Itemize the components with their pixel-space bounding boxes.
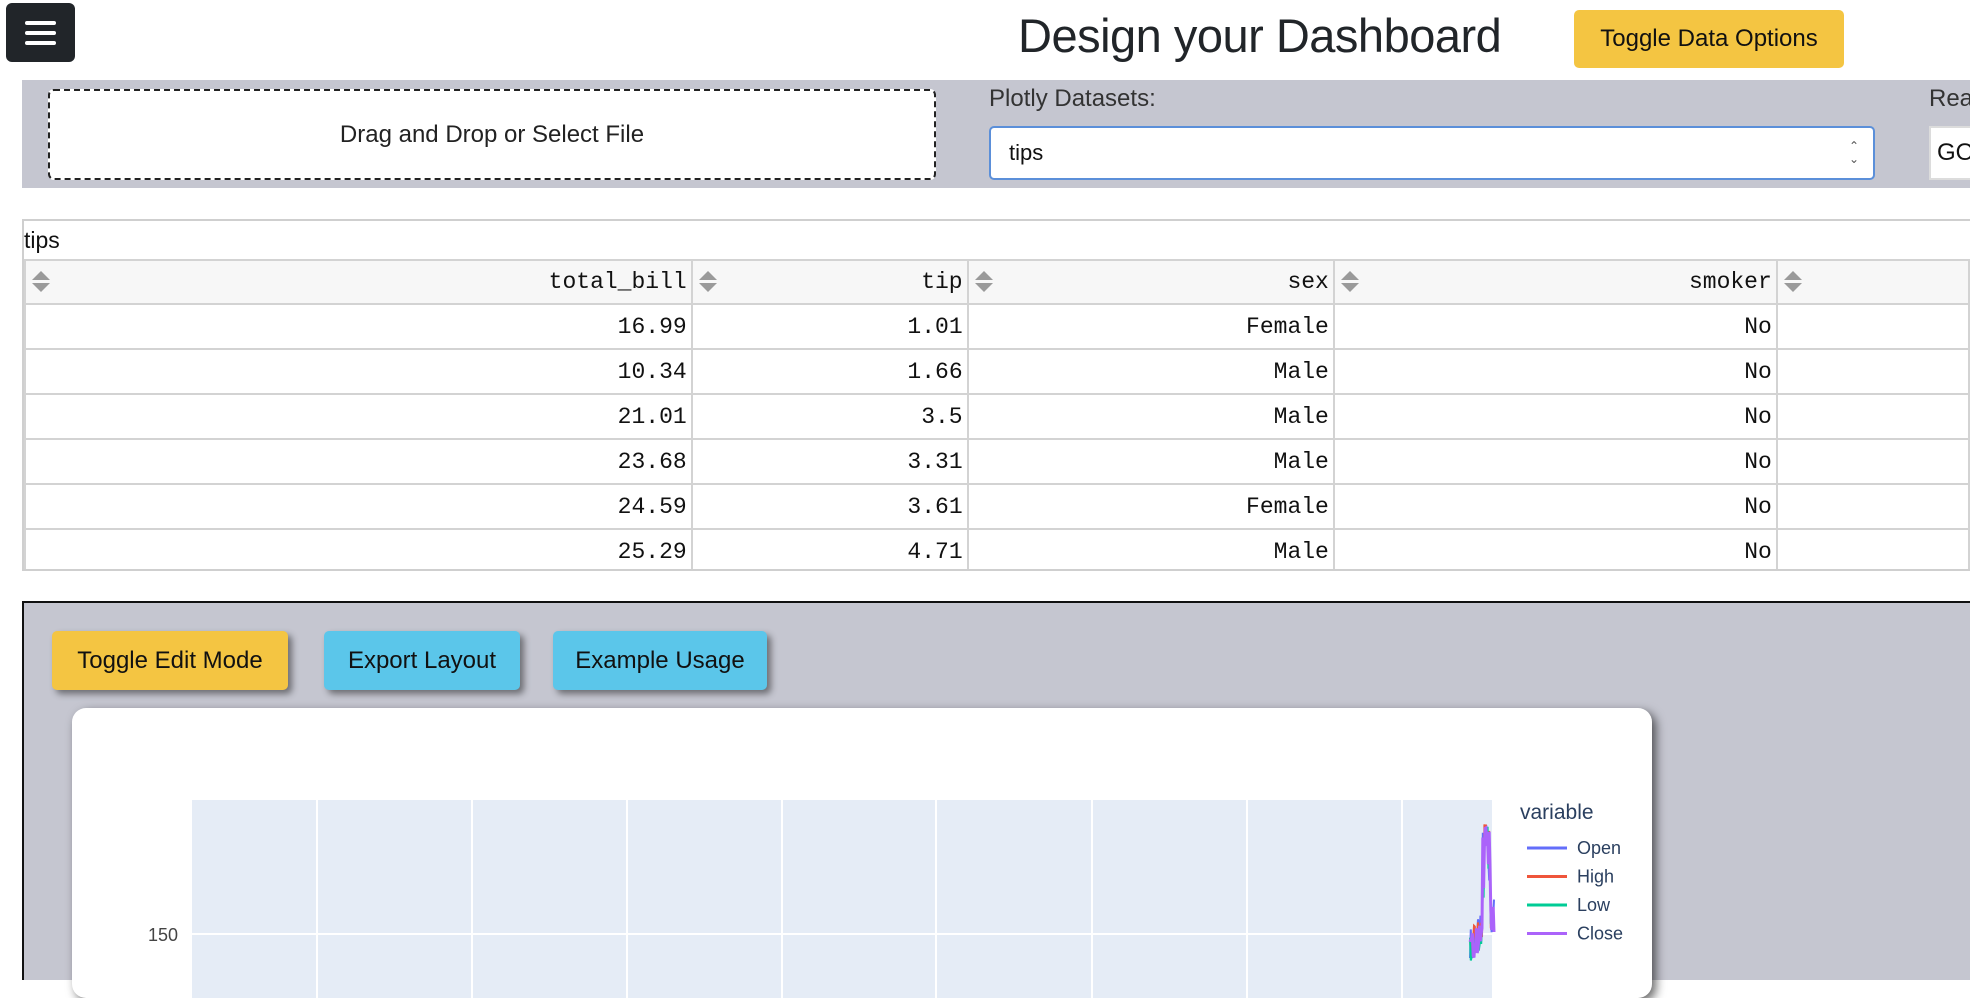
table-row: 21.01 3.5 Male No — [24, 393, 1970, 440]
example-usage-button[interactable]: Example Usage — [553, 631, 767, 690]
table-cell[interactable] — [1775, 528, 1970, 569]
table-cell[interactable]: 3.61 — [690, 483, 969, 530]
table-row: 16.99 1.01 Female No — [24, 303, 1970, 350]
table-cell[interactable]: No — [1332, 348, 1778, 395]
table-cell[interactable] — [1775, 483, 1970, 530]
page-title: Design your Dashboard — [1018, 9, 1502, 62]
table-cell[interactable]: Female — [966, 483, 1335, 530]
line-chart[interactable]: 150 variable Open High Low Close — [72, 708, 1652, 998]
data-table-container: tips total_bill tip sex smoker 16.99 1.0… — [22, 219, 1970, 571]
table-cell[interactable]: Female — [966, 303, 1335, 350]
menu-icon-line — [25, 40, 56, 45]
table-cell[interactable]: 3.31 — [690, 438, 969, 485]
table-caption: tips — [24, 227, 60, 253]
table-cell[interactable]: Male — [966, 393, 1335, 440]
table-cell[interactable]: No — [1332, 483, 1778, 530]
column-header[interactable]: sex — [966, 259, 1335, 305]
table-cell[interactable]: No — [1332, 303, 1778, 350]
dashboard-editor: Toggle Edit Mode Export Layout Example U… — [22, 601, 1970, 998]
table-cell[interactable]: 1.66 — [690, 348, 969, 395]
secondary-input[interactable]: GO — [1929, 126, 1970, 180]
table-row: 25.29 4.71 Male No — [24, 528, 1970, 569]
table-cell[interactable] — [1775, 348, 1970, 395]
data-table: total_bill tip sex smoker 16.99 1.01 Fem… — [24, 259, 1970, 569]
data-options-panel: Drag and Drop or Select File Plotly Data… — [22, 80, 1970, 188]
legend: Open High Low Close — [1527, 838, 1623, 944]
file-upload-dropzone[interactable]: Drag and Drop or Select File — [48, 89, 936, 180]
secondary-label: Rea — [1929, 85, 1970, 112]
legend-entry[interactable]: High — [1577, 867, 1614, 887]
dataset-select-value: tips — [1009, 140, 1044, 165]
legend-entry[interactable]: Open — [1577, 838, 1621, 858]
dataset-select[interactable]: tips ⌃ ⌄ — [989, 126, 1875, 180]
chart-card[interactable]: 150 variable Open High Low Close — [72, 708, 1652, 998]
sort-icon[interactable] — [974, 271, 993, 292]
legend-entry[interactable]: Low — [1577, 895, 1611, 915]
table-cell[interactable]: 16.99 — [24, 303, 693, 350]
table-row: 23.68 3.31 Male No — [24, 438, 1970, 485]
table-cell[interactable]: 24.59 — [24, 483, 693, 530]
sort-icon[interactable] — [1783, 271, 1802, 292]
table-cell[interactable]: 21.01 — [24, 393, 693, 440]
toggle-data-options-button[interactable]: Toggle Data Options — [1574, 10, 1844, 68]
column-header[interactable]: total_bill — [24, 259, 693, 305]
table-cell[interactable]: No — [1332, 528, 1778, 569]
column-header[interactable]: tip — [690, 259, 969, 305]
column-header[interactable]: smoker — [1332, 259, 1778, 305]
table-cell[interactable]: 1.01 — [690, 303, 969, 350]
table-cell[interactable]: 25.29 — [24, 528, 693, 569]
sort-icon[interactable] — [32, 271, 50, 292]
table-cell[interactable]: Male — [966, 528, 1335, 569]
table-cell[interactable]: 23.68 — [24, 438, 693, 485]
datasets-label: Plotly Datasets: — [989, 85, 1156, 112]
sort-icon[interactable] — [698, 271, 717, 292]
top-bar: Design your Dashboard Toggle Data Option… — [0, 0, 1970, 80]
table-cell[interactable] — [1775, 438, 1970, 485]
legend-title: variable — [1520, 801, 1594, 824]
table-cell[interactable]: Male — [966, 438, 1335, 485]
y-tick-label: 150 — [148, 925, 178, 945]
table-cell[interactable]: No — [1332, 438, 1778, 485]
table-header-row: total_bill tip sex smoker — [24, 259, 1970, 305]
table-row: 24.59 3.61 Female No — [24, 483, 1970, 530]
table-cell[interactable] — [1775, 393, 1970, 440]
table-row: 10.34 1.66 Male No — [24, 348, 1970, 395]
menu-icon-line — [25, 30, 56, 35]
toggle-edit-mode-button[interactable]: Toggle Edit Mode — [52, 631, 288, 690]
table-cell[interactable]: Male — [966, 348, 1335, 395]
table-cell[interactable]: 10.34 — [24, 348, 693, 395]
table-cell[interactable] — [1775, 303, 1970, 350]
export-layout-button[interactable]: Export Layout — [324, 631, 520, 690]
plot-area — [192, 800, 1492, 998]
table-cell[interactable]: 3.5 — [690, 393, 969, 440]
select-caret-icon: ⌃ ⌄ — [1848, 139, 1859, 166]
column-header[interactable] — [1775, 259, 1970, 305]
table-cell[interactable]: 4.71 — [690, 528, 969, 569]
menu-icon-line — [25, 20, 56, 25]
sort-icon[interactable] — [1340, 271, 1359, 292]
legend-entry[interactable]: Close — [1577, 924, 1623, 944]
table-cell[interactable]: No — [1332, 393, 1778, 440]
hamburger-menu-button[interactable] — [6, 3, 75, 62]
